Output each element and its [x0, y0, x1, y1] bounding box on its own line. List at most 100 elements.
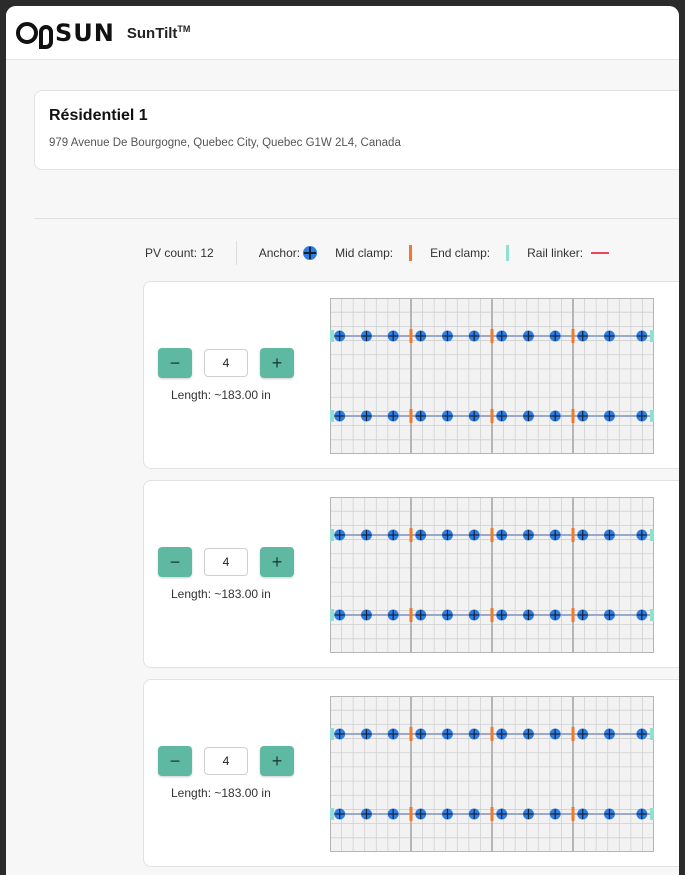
- increment-button[interactable]: +: [260, 547, 294, 577]
- decrement-button[interactable]: −: [158, 348, 192, 378]
- panel-count-input[interactable]: [204, 349, 248, 377]
- increment-button[interactable]: +: [260, 348, 294, 378]
- anchor: [549, 330, 561, 342]
- anchor: [549, 410, 561, 422]
- anchor: [387, 808, 399, 820]
- logo-text: SUN: [55, 18, 115, 47]
- mid-clamp: [571, 409, 575, 423]
- pv-panel: [330, 298, 411, 454]
- site-address: 979 Avenue De Bourgogne, Quebec City, Qu…: [49, 137, 401, 149]
- pv-panel: [573, 298, 654, 454]
- anchor: [496, 609, 508, 621]
- mid-clamp: [409, 329, 413, 343]
- end-clamp-icon: [506, 245, 510, 261]
- anchor: [441, 330, 453, 342]
- divider: [34, 218, 679, 219]
- end-clamp: [650, 410, 654, 422]
- end-clamp: [650, 609, 654, 621]
- end-clamp: [330, 410, 334, 422]
- pv-panel: [411, 497, 492, 653]
- end-clamp: [330, 808, 334, 820]
- pv-count: PV count: 12: [145, 246, 214, 260]
- anchor: [387, 330, 399, 342]
- decrement-button[interactable]: −: [158, 547, 192, 577]
- end-clamp: [650, 728, 654, 740]
- end-clamp-label: End clamp:: [430, 246, 491, 260]
- increment-button[interactable]: +: [260, 746, 294, 776]
- anchor: [360, 609, 372, 621]
- anchor: [522, 728, 534, 740]
- anchor: [441, 728, 453, 740]
- anchor: [577, 330, 589, 342]
- anchor: [522, 330, 534, 342]
- panel-count-input[interactable]: [204, 747, 248, 775]
- pv-panel: [330, 497, 411, 653]
- anchor: [577, 808, 589, 820]
- mid-clamp: [409, 409, 413, 423]
- anchor: [387, 529, 399, 541]
- anchor: [441, 609, 453, 621]
- main-content: Résidentiel 1 979 Avenue De Bourgogne, Q…: [14, 60, 679, 875]
- anchor: [603, 529, 615, 541]
- row-length: Length: ~183.00 in: [171, 786, 271, 800]
- anchor: [603, 808, 615, 820]
- pv-count-label: PV count: 12: [145, 246, 214, 260]
- rail-linker-icon: [591, 252, 610, 254]
- opsun-logo[interactable]: SUN: [16, 18, 115, 49]
- anchor: [468, 529, 480, 541]
- anchor: [603, 609, 615, 621]
- anchor: [549, 728, 561, 740]
- anchor: [577, 609, 589, 621]
- top-bar: SUN SunTiltTM: [6, 6, 679, 60]
- mid-clamp: [490, 608, 494, 622]
- mid-clamp: [409, 608, 413, 622]
- anchor: [549, 808, 561, 820]
- anchor: [522, 609, 534, 621]
- pv-panel: [411, 696, 492, 852]
- legend-end-clamp: End clamp:: [430, 245, 510, 261]
- rail-linker-label: Rail linker:: [527, 246, 584, 260]
- anchor: [603, 410, 615, 422]
- end-clamp: [330, 609, 334, 621]
- trademark: TM: [177, 23, 191, 34]
- anchor: [522, 808, 534, 820]
- anchor: [603, 728, 615, 740]
- anchor: [636, 728, 648, 740]
- anchor: [334, 529, 346, 541]
- panel-count-input[interactable]: [204, 548, 248, 576]
- anchor: [636, 330, 648, 342]
- anchor: [387, 728, 399, 740]
- anchor: [577, 410, 589, 422]
- anchor: [577, 728, 589, 740]
- mid-clamp: [571, 608, 575, 622]
- end-clamp: [330, 728, 334, 740]
- anchor: [468, 808, 480, 820]
- mid-clamp: [490, 409, 494, 423]
- panel-row-card: − + Length: ~183.00 in: [143, 480, 679, 668]
- site-name: Résidentiel 1: [49, 107, 148, 124]
- mid-clamp: [409, 807, 413, 821]
- anchor: [522, 529, 534, 541]
- anchor: [387, 410, 399, 422]
- end-clamp: [330, 330, 334, 342]
- mid-clamp: [409, 528, 413, 542]
- anchor: [636, 808, 648, 820]
- anchor: [522, 410, 534, 422]
- anchor: [415, 410, 427, 422]
- anchor: [549, 609, 561, 621]
- panel-stepper: − +: [158, 746, 294, 776]
- anchor: [334, 808, 346, 820]
- anchor: [496, 529, 508, 541]
- anchor: [360, 529, 372, 541]
- anchor: [496, 808, 508, 820]
- mid-clamp-label: Mid clamp:: [335, 246, 394, 260]
- anchor: [468, 728, 480, 740]
- decrement-button[interactable]: −: [158, 746, 192, 776]
- mid-clamp: [490, 329, 494, 343]
- anchor: [577, 529, 589, 541]
- anchor: [496, 410, 508, 422]
- pv-panel: [492, 696, 573, 852]
- logo-p-icon: [39, 24, 53, 49]
- anchor: [441, 808, 453, 820]
- anchor-icon: [303, 246, 318, 260]
